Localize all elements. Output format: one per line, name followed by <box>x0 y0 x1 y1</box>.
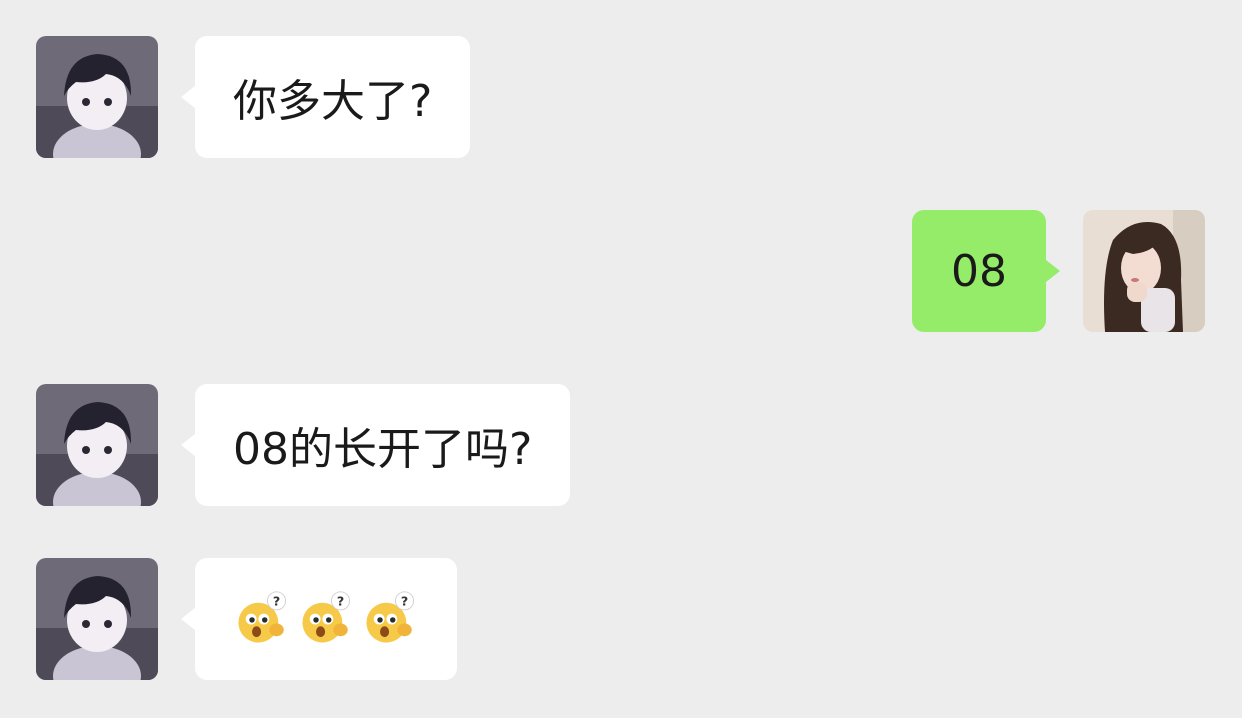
message-row-outgoing: 08 <box>0 210 1242 334</box>
message-text: 你多大了? <box>233 76 433 127</box>
contact-avatar[interactable] <box>36 384 158 506</box>
chat-window: 你多大了? 08 08的长开了吗? ? ? ? <box>0 0 1242 718</box>
confused-face-emoji: ? <box>297 590 355 648</box>
bubble-tail <box>181 608 195 630</box>
emoji-sequence: ? ? ? <box>233 590 419 648</box>
message-bubble[interactable]: 08 <box>912 210 1060 332</box>
message-bubble[interactable]: 08的长开了吗? <box>181 384 571 506</box>
bubble-tail <box>181 434 195 456</box>
message-text: 08的长开了吗? <box>233 424 533 475</box>
message-row-incoming: 08的长开了吗? <box>0 384 1242 508</box>
svg-text:?: ? <box>273 593 280 608</box>
message-text: 08 <box>951 245 1007 297</box>
contact-avatar[interactable] <box>36 36 158 158</box>
bubble-tail <box>1046 260 1060 282</box>
svg-text:?: ? <box>337 593 344 608</box>
my-avatar[interactable] <box>1083 210 1205 332</box>
contact-avatar[interactable] <box>36 558 158 680</box>
message-bubble[interactable]: ? ? ? <box>181 558 457 680</box>
message-bubble[interactable]: 你多大了? <box>181 36 471 158</box>
message-row-incoming: 你多大了? <box>0 36 1242 160</box>
confused-face-emoji: ? <box>361 590 419 648</box>
bubble-tail <box>181 86 195 108</box>
message-row-incoming: ? ? ? <box>0 558 1242 682</box>
confused-face-emoji: ? <box>233 590 291 648</box>
svg-text:?: ? <box>401 593 408 608</box>
